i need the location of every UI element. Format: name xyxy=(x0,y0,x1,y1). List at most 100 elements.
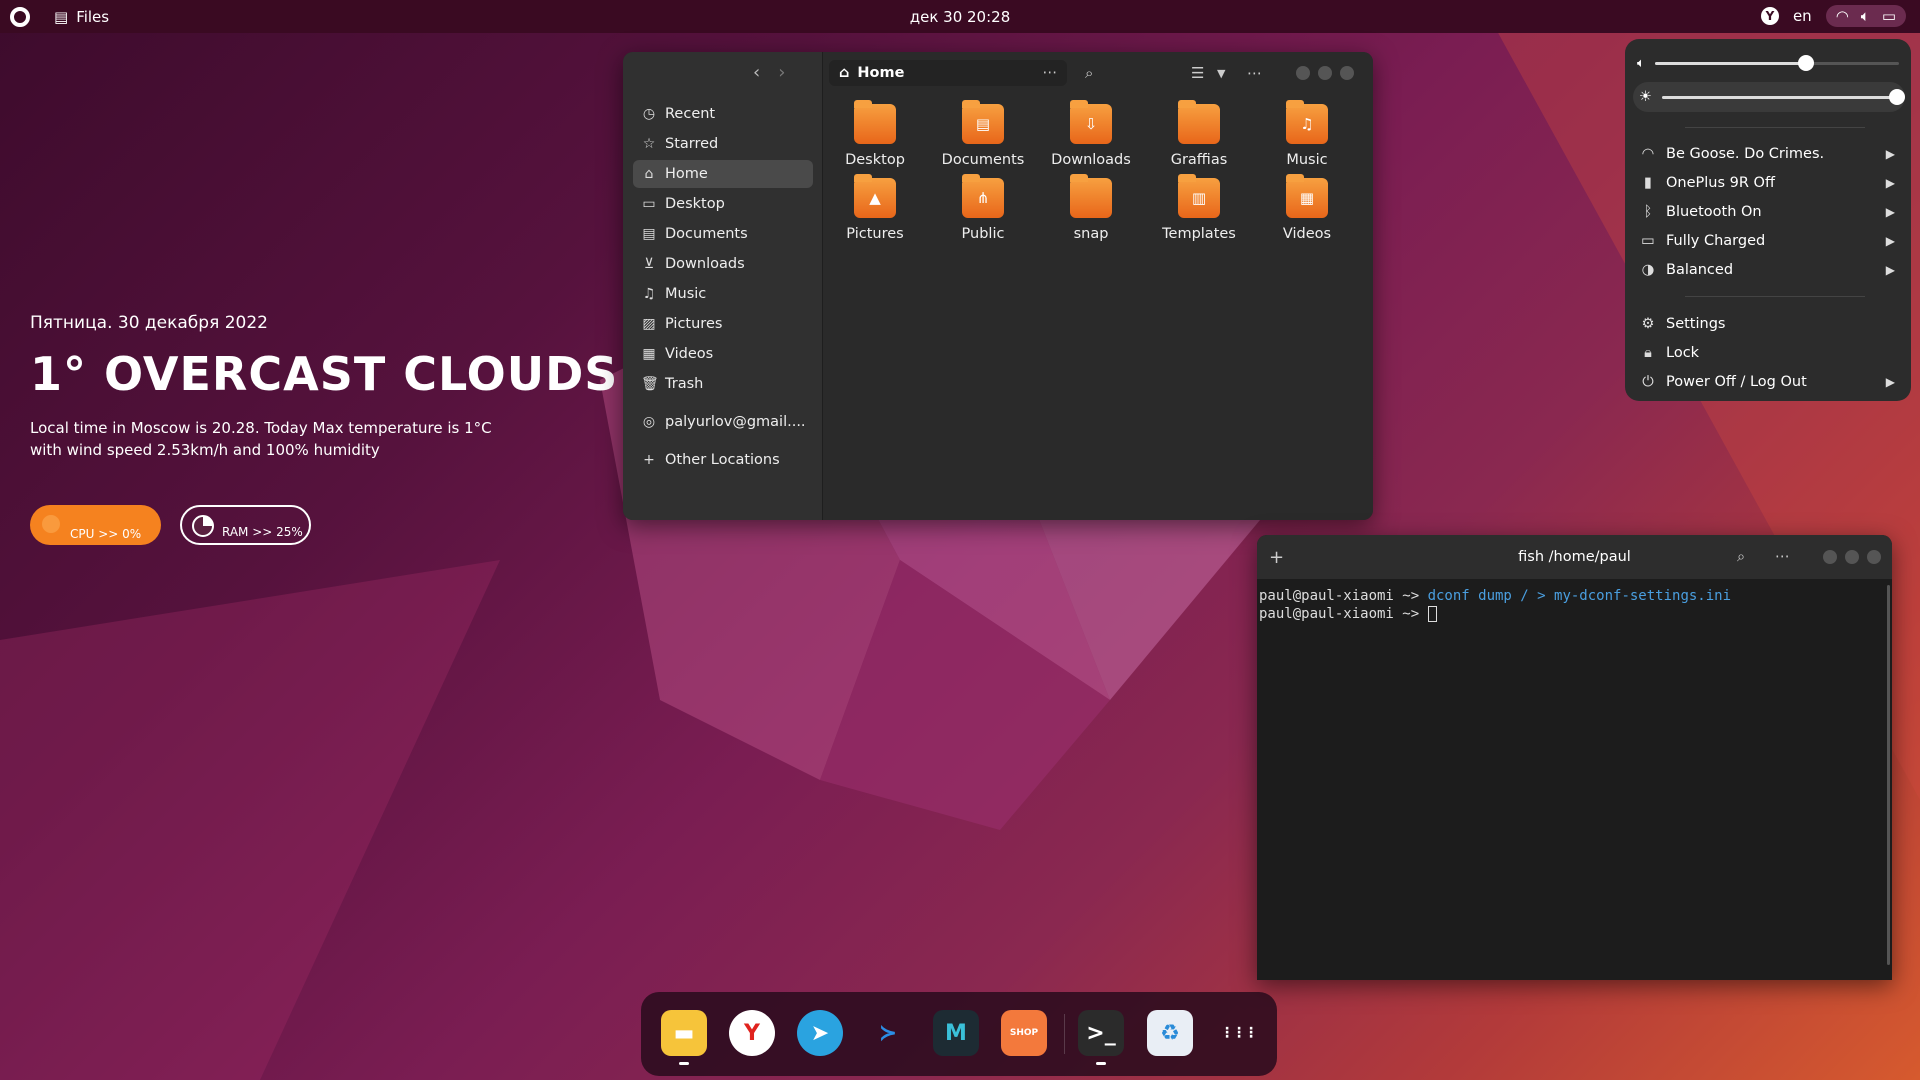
sidebar-item-videos[interactable]: ▦ Videos xyxy=(633,340,813,368)
action-power[interactable]: ⏻ Power Off / Log Out ▶ xyxy=(1640,369,1895,395)
folder-item[interactable]: ▦ Videos xyxy=(1262,174,1352,242)
folder-item[interactable]: Desktop xyxy=(830,100,920,168)
folder-item[interactable]: ▥ Templates xyxy=(1154,174,1244,242)
terminal-prompt: paul@paul-xiaomi ~> xyxy=(1259,588,1428,604)
folder-item[interactable]: ▤ Documents xyxy=(938,100,1028,168)
action-lock[interactable]: 🔒︎ Lock xyxy=(1640,340,1895,366)
terminal-output[interactable]: paul@paul-xiaomi ~> dconf dump / > my-dc… xyxy=(1257,579,1892,631)
action-settings[interactable]: ⚙ Settings xyxy=(1640,311,1895,337)
picture-icon: ▨ xyxy=(642,316,656,332)
terminal-header: + fish /home/paul ⌕ ⋯ xyxy=(1257,535,1892,579)
maximize-button[interactable] xyxy=(1318,66,1332,80)
close-button[interactable] xyxy=(1867,550,1881,564)
sidebar-item-label: Documents xyxy=(665,226,748,242)
maximize-button[interactable] xyxy=(1845,550,1859,564)
mailspring-icon[interactable]: M xyxy=(933,1010,979,1056)
system-status-pill[interactable]: ◠ 🔈︎ ▭ xyxy=(1825,5,1906,27)
quick-setting-label: Fully Charged xyxy=(1666,233,1766,249)
folder-icon: ▦ xyxy=(1286,174,1328,218)
clock[interactable]: дек 30 20:28 xyxy=(0,8,1920,26)
brightness-knob[interactable] xyxy=(1889,88,1905,105)
folder-item[interactable]: snap xyxy=(1046,174,1136,242)
quick-setting-wifi[interactable]: ◠ Be Goose. Do Crimes. ▶ xyxy=(1640,141,1895,167)
folder-label: Desktop xyxy=(845,152,905,168)
close-button[interactable] xyxy=(1340,66,1354,80)
folder-item[interactable]: ⇩ Downloads xyxy=(1046,100,1136,168)
yandex-browser-icon[interactable]: Y xyxy=(729,1010,775,1056)
list-view-icon[interactable]: ☰ xyxy=(1191,64,1204,82)
sidebar-item-downloads[interactable]: ⊻ Downloads xyxy=(633,250,813,278)
vscode-icon[interactable]: ≻ xyxy=(865,1010,911,1056)
folder-label: Public xyxy=(961,226,1005,242)
sidebar-item-home[interactable]: ⌂ Home xyxy=(633,160,813,188)
files-content: ⌂ Home ⋯ ⌕ ☰ ▼ ⋯ Desktop ▤ Documents ⇩ Downl… xyxy=(823,52,1373,520)
menu-icon[interactable]: ⋯ xyxy=(1247,64,1262,82)
sidebar-item-label: Music xyxy=(665,286,707,302)
path-bar[interactable]: ⌂ Home ⋯ xyxy=(829,60,1067,86)
volume-track[interactable] xyxy=(1654,54,1899,71)
quick-setting-bluetooth[interactable]: ᛒ Bluetooth On ▶ xyxy=(1640,199,1895,225)
folder-label: Templates xyxy=(1162,226,1236,242)
home-icon: ⌂ xyxy=(839,65,850,81)
chevron-right-icon: ▶ xyxy=(1885,263,1895,277)
back-arrow-icon[interactable]: ‹ xyxy=(753,62,760,83)
new-tab-plus-icon[interactable]: + xyxy=(1269,547,1284,568)
chevron-right-icon: ▶ xyxy=(1885,147,1895,161)
menu-icon[interactable]: ⋯ xyxy=(1775,549,1790,565)
folder-item[interactable]: ♫ Music xyxy=(1262,100,1352,168)
volume-slider[interactable]: 🔈︎ xyxy=(1637,48,1899,78)
lock-icon: 🔒︎ xyxy=(1644,345,1652,361)
sidebar-item-desktop[interactable]: ▭ Desktop xyxy=(633,190,813,218)
sidebar-item-trash[interactable]: 🗑︎ Trash xyxy=(633,370,813,398)
folder-icon: ⋔ xyxy=(962,174,1004,218)
minimize-button[interactable] xyxy=(1823,550,1837,564)
sidebar-item-other-locations[interactable]: + Other Locations xyxy=(633,446,813,474)
folder-item[interactable]: ⋔ Public xyxy=(938,174,1028,242)
quick-setting-signal[interactable]: ▮ OnePlus 9R Off ▶ xyxy=(1640,170,1895,196)
volume-knob[interactable] xyxy=(1798,54,1815,71)
minimize-button[interactable] xyxy=(1296,66,1310,80)
quick-setting-power-profile[interactable]: ◑ Balanced ▶ xyxy=(1640,257,1895,283)
divider xyxy=(1685,296,1865,297)
terminal-app-icon[interactable]: >_ xyxy=(1078,1010,1124,1056)
scrollbar[interactable] xyxy=(1887,585,1890,965)
weather-description: Local time in Moscow is 20.28. Today Max… xyxy=(30,419,492,459)
sidebar-item-palyurlov-gmail[interactable]: ◎ palyurlov@gmail.... xyxy=(633,408,813,436)
quick-setting-label: Balanced xyxy=(1666,262,1734,278)
keyboard-layout[interactable]: en xyxy=(1793,7,1812,25)
recycle-bin-icon[interactable]: ♻ xyxy=(1147,1010,1193,1056)
folder-item[interactable]: ▲ Pictures xyxy=(830,174,920,242)
terminal-line: paul@paul-xiaomi ~> dconf dump / > my-dc… xyxy=(1259,587,1890,605)
wifi-icon: ◠ xyxy=(1641,146,1655,162)
quick-setting-battery[interactable]: ▭ Fully Charged ▶ xyxy=(1640,228,1895,254)
view-options-chevron-icon[interactable]: ▼ xyxy=(1217,67,1225,80)
sidebar-item-label: Other Locations xyxy=(665,452,780,468)
sidebar-item-pictures[interactable]: ▨ Pictures xyxy=(633,310,813,338)
divider xyxy=(1685,127,1865,128)
forward-arrow-icon[interactable]: › xyxy=(778,62,785,83)
sidebar-item-documents[interactable]: ▤ Documents xyxy=(633,220,813,248)
quick-setting-label: Be Goose. Do Crimes. xyxy=(1666,146,1825,162)
search-icon[interactable]: ⌕ xyxy=(1737,549,1745,565)
software-shop-icon[interactable]: SHOP xyxy=(1001,1010,1047,1056)
brightness-slider[interactable]: ☀ xyxy=(1633,82,1905,112)
yandex-tray-icon[interactable]: Y xyxy=(1760,7,1779,25)
sidebar-item-recent[interactable]: ◷ Recent xyxy=(633,100,813,128)
brightness-track[interactable] xyxy=(1662,88,1905,105)
power-profile-icon: ◑ xyxy=(1641,262,1655,278)
chevron-right-icon: ▶ xyxy=(1885,176,1895,190)
telegram-icon[interactable]: ➤ xyxy=(797,1010,843,1056)
search-icon[interactable]: ⌕ xyxy=(1085,64,1093,82)
sidebar-item-starred[interactable]: ☆ Starred xyxy=(633,130,813,158)
folder-item[interactable]: Graffias xyxy=(1154,100,1244,168)
terminal-prompt: paul@paul-xiaomi ~> xyxy=(1259,606,1428,622)
path-menu-icon[interactable]: ⋯ xyxy=(1043,65,1058,81)
top-bar: ▤ Files дек 30 20:28 Y en ◠ 🔈︎ ▭ xyxy=(0,0,1920,33)
sidebar-item-label: Trash xyxy=(665,376,704,392)
video-icon: ▦ xyxy=(642,346,656,362)
sidebar-item-music[interactable]: ♫ Music xyxy=(633,280,813,308)
files-app-icon[interactable]: ▬ xyxy=(661,1010,707,1056)
home-icon: ⌂ xyxy=(644,166,654,182)
show-apps-grid-icon[interactable]: ⋮⋮⋮ xyxy=(1215,1010,1261,1056)
folder-label: Downloads xyxy=(1051,152,1131,168)
